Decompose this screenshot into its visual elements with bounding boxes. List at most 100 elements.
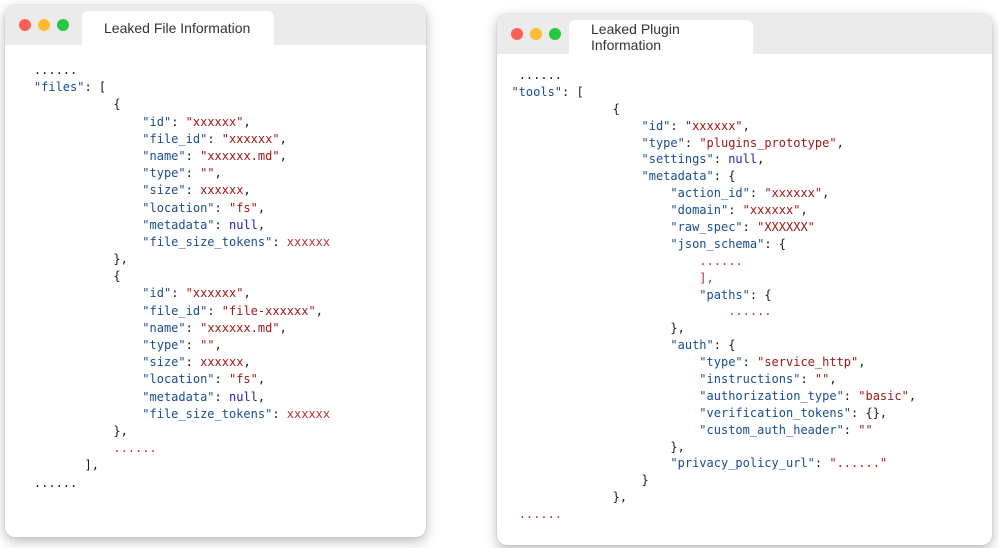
minimize-button[interactable] [38, 19, 50, 31]
code-token: "service_http" [757, 355, 859, 370]
code-line: "paths": { [497, 287, 992, 304]
code-line: }, [5, 423, 426, 440]
code-line: "type": "service_http", [497, 354, 992, 371]
code-token: "metadata" [142, 217, 215, 232]
code-token: , [279, 131, 287, 146]
code-token: : [185, 183, 201, 198]
code-line: ...... [5, 62, 426, 79]
code-token: ...... [518, 68, 563, 82]
code-token: xxxxxx [200, 183, 244, 198]
code-token: xxxxxx [286, 406, 331, 421]
code-token: , [315, 303, 323, 318]
code-line: "tools": [ [497, 84, 992, 101]
code-line: "size": xxxxxx, [5, 354, 426, 371]
code-token: : [185, 320, 201, 335]
code-token: }, [670, 439, 685, 454]
code-line: "name": "xxxxxx.md", [5, 148, 426, 165]
code-token: "domain" [670, 203, 729, 218]
zoom-button[interactable] [549, 28, 561, 40]
code-token: "xxxxxx" [742, 203, 801, 218]
code-token: : { [713, 169, 736, 184]
code-line: }, [497, 439, 992, 456]
code-line: "json_schema": { [497, 236, 992, 253]
code-token: "basic" [858, 388, 909, 403]
code-line: "id": "xxxxxx", [5, 114, 426, 131]
close-button[interactable] [511, 28, 523, 40]
code-token: : { [749, 287, 772, 302]
code-token: { [113, 97, 121, 112]
code-token: , [257, 389, 266, 404]
code-view: ...... "files": [ { "id": "xxxxxx", "fil… [5, 62, 426, 492]
code-token: "file_size_tokens" [142, 406, 273, 421]
close-button[interactable] [19, 19, 31, 31]
tab-label: Leaked Plugin Information [591, 21, 680, 53]
code-token: "action_id" [670, 186, 750, 201]
tab-leaked-plugin-information[interactable]: Leaked Plugin Information [569, 20, 753, 54]
code-token: , [757, 152, 765, 167]
code-token: , [214, 338, 222, 352]
code-line: "authorization_type": "basic", [497, 388, 992, 405]
code-line: ...... [497, 303, 992, 320]
code-token: "authorization_type" [699, 388, 844, 403]
code-line: ], [5, 457, 426, 474]
code-token: "name" [142, 320, 186, 335]
code-token: "xxxxxx" [221, 131, 280, 146]
code-token: : { [713, 338, 736, 353]
code-line: "settings": null, [497, 151, 992, 168]
code-token: , [243, 114, 251, 129]
code-line: "type": "plugins_prototype", [497, 135, 992, 152]
code-token: xxxxxx [286, 234, 331, 249]
tab-leaked-file-information[interactable]: Leaked File Information [82, 11, 274, 45]
code-token: "location" [142, 372, 215, 387]
code-token: : [684, 135, 700, 150]
code-token: : [742, 355, 758, 370]
code-token: ...... [33, 475, 78, 490]
code-line: "verification_tokens": {}, [497, 405, 992, 422]
code-token: : [214, 389, 229, 404]
code-token: "type" [142, 338, 186, 352]
code-token: : [214, 372, 229, 387]
code-token: ], [84, 458, 99, 473]
code-token: , [836, 135, 844, 150]
code-token: "type" [641, 135, 685, 150]
code-token: , [257, 372, 266, 387]
code-token: : [728, 203, 743, 218]
code-token: : [207, 303, 222, 318]
code-token: : { [764, 236, 786, 251]
code-line: { [5, 268, 426, 285]
code-token: }, [612, 490, 628, 505]
code-token: "file_size_tokens" [142, 234, 273, 249]
zoom-button[interactable] [57, 19, 69, 31]
code-token: "raw_spec" [670, 220, 743, 235]
code-token: "xxxxxx" [764, 186, 823, 201]
code-token: : [185, 166, 201, 181]
code-token: }, [670, 321, 685, 336]
code-token: , [243, 286, 251, 301]
code-token: } [641, 473, 649, 488]
code-token: "id" [641, 118, 671, 133]
code-token: "xxxxxx.md" [200, 148, 280, 163]
window-controls [511, 28, 561, 40]
code-line: "metadata": { [497, 168, 992, 185]
code-view: ...... "tools": [ { "id": "xxxxxx", "typ… [497, 67, 992, 523]
code-token: "settings" [641, 152, 714, 167]
code-token: : [843, 388, 859, 403]
code-token: "id" [142, 286, 172, 301]
code-token: "instructions" [699, 372, 801, 387]
code-line: "instructions": "", [497, 371, 992, 388]
code-token: "XXXXXX" [757, 220, 815, 235]
minimize-button[interactable] [530, 28, 542, 40]
code-line: ...... [497, 253, 992, 270]
code-line: "metadata": null, [5, 389, 426, 406]
code-token: "custom_auth_header" [699, 422, 844, 437]
code-token: ...... [33, 63, 78, 77]
code-token: "fs" [228, 372, 258, 387]
code-token: ...... [518, 507, 563, 522]
code-line: "id": "xxxxxx", [497, 118, 992, 135]
code-line: "domain": "xxxxxx", [497, 202, 992, 219]
code-token: : [214, 200, 229, 215]
code-token: , [279, 148, 287, 163]
code-line: ...... [497, 506, 992, 523]
code-token: "paths" [699, 287, 750, 302]
code-token: }, [113, 252, 128, 267]
